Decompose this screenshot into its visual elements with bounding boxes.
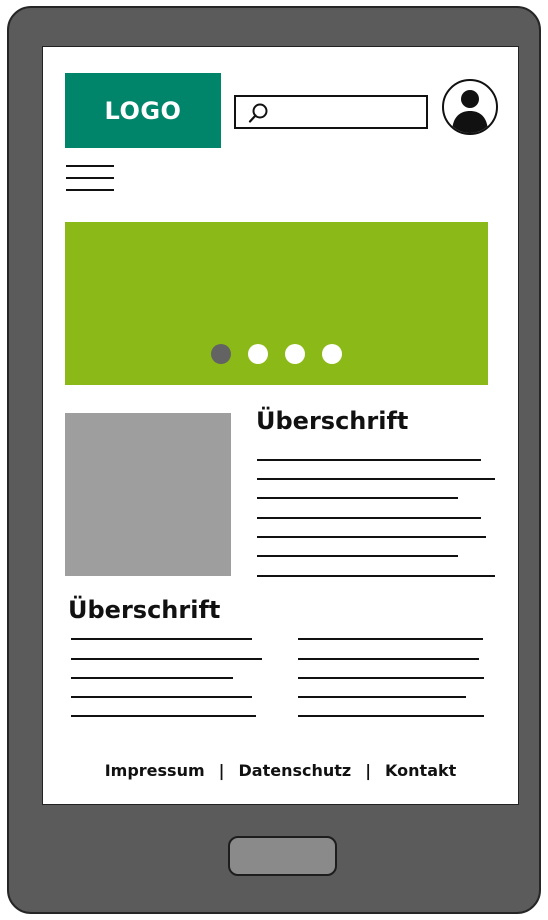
section1-heading: Überschrift [256,407,409,435]
hamburger-menu-icon[interactable] [66,165,114,193]
user-icon [452,90,488,133]
text-placeholder-line [257,575,495,577]
section2-heading: Überschrift [68,596,221,624]
footer-link-datenschutz[interactable]: Datenschutz [238,761,351,780]
text-placeholder-line [257,517,481,519]
footer-nav: Impressum | Datenschutz | Kontakt [42,761,519,780]
logo-label: LOGO [104,96,182,125]
carousel-dot-4[interactable] [322,344,342,364]
home-button[interactable] [228,836,337,876]
footer-separator: | [365,761,372,780]
text-placeholder-line [257,555,458,557]
footer-link-kontakt[interactable]: Kontakt [385,761,456,780]
text-placeholder-line [71,638,252,640]
footer-link-impressum[interactable]: Impressum [105,761,205,780]
user-account-button[interactable] [442,79,498,135]
logo[interactable]: LOGO [65,73,221,148]
footer-separator: | [218,761,225,780]
carousel-indicators [65,344,488,364]
search-icon [248,103,268,123]
text-placeholder-line [257,478,495,480]
search-input[interactable] [234,95,428,129]
carousel-dot-1[interactable] [211,344,231,364]
text-placeholder-line [298,677,484,679]
text-placeholder-line [257,536,486,538]
text-placeholder-line [71,696,252,698]
text-placeholder-line [257,459,481,461]
text-placeholder-line [71,658,262,660]
hero-carousel[interactable] [65,222,488,385]
text-placeholder-line [298,715,484,717]
text-placeholder-line [257,497,458,499]
image-placeholder [65,413,231,576]
carousel-dot-2[interactable] [248,344,268,364]
carousel-dot-3[interactable] [285,344,305,364]
text-placeholder-line [71,677,233,679]
text-placeholder-line [298,658,479,660]
text-placeholder-line [71,715,256,717]
text-placeholder-line [298,638,483,640]
text-placeholder-line [298,696,466,698]
